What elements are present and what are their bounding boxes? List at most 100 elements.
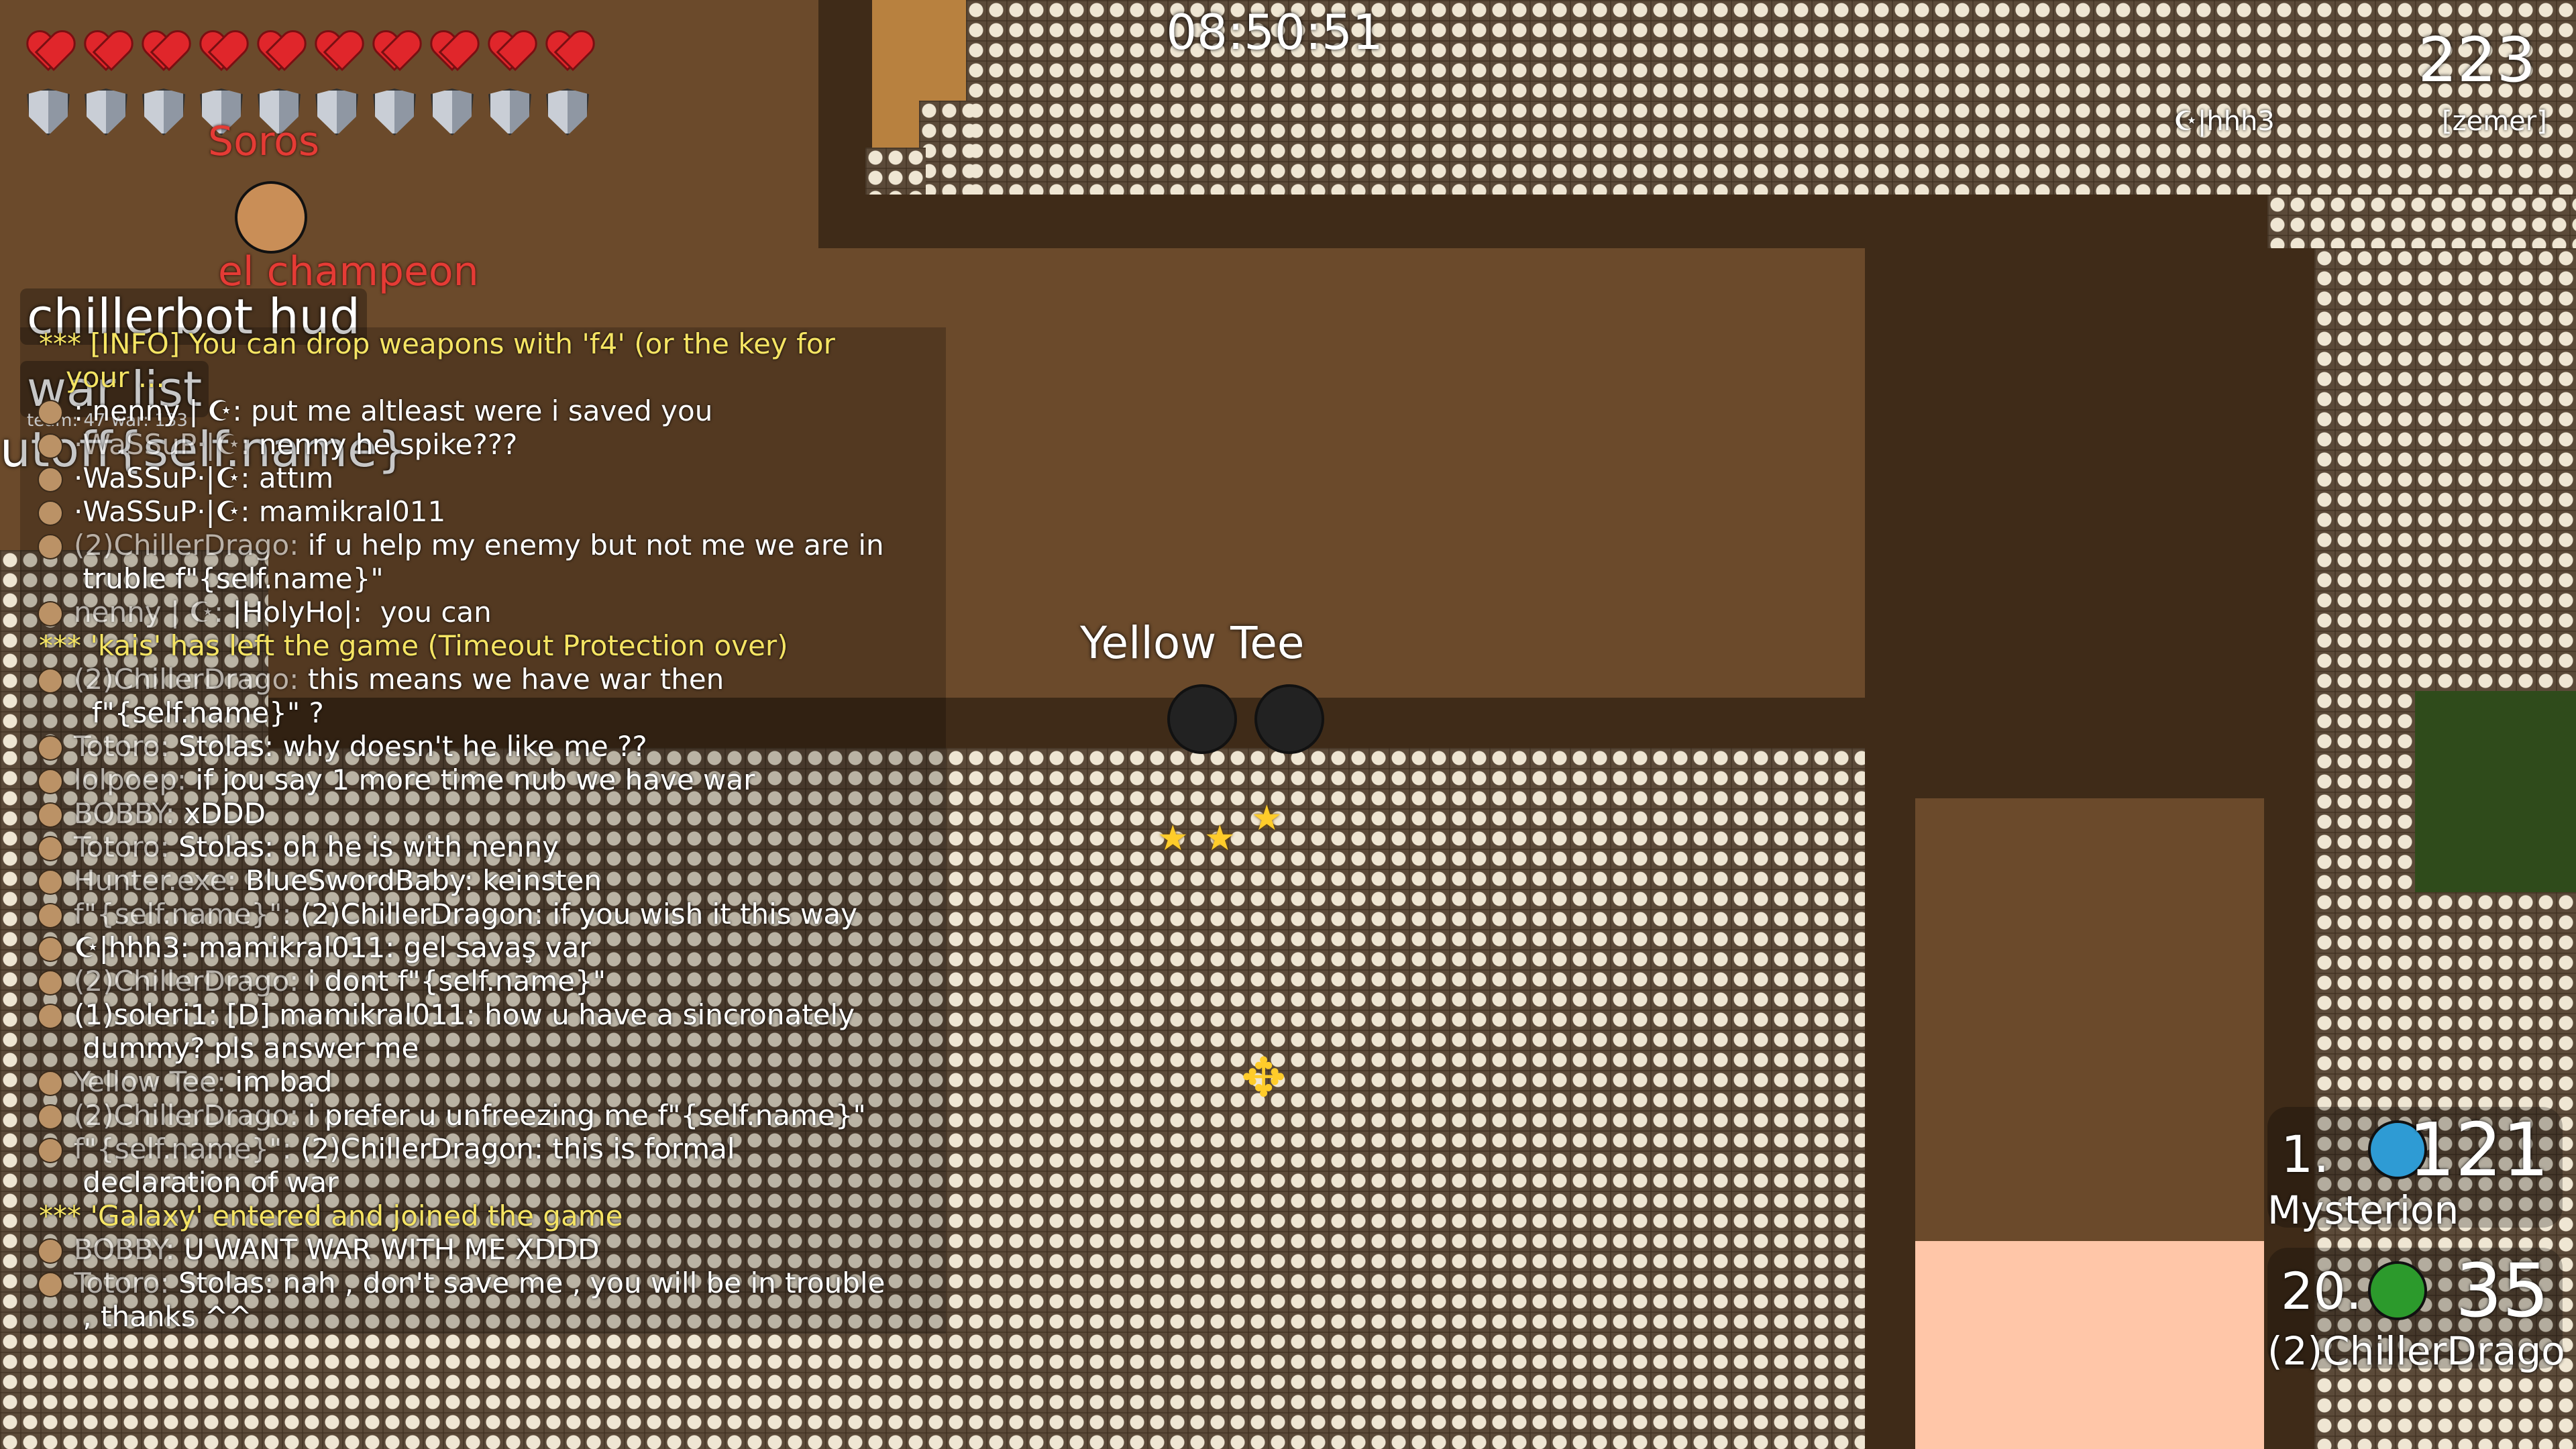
chat-avatar-icon [38,668,63,694]
chat-message: Stolas: oh he is with nenny [178,830,559,863]
chat-line: (1)soleri1: [D] mamikral011: how u have … [20,998,946,1065]
chat-author: f"{self.name}": [74,898,292,930]
chat-message: |HolyHo|: you can [232,596,492,629]
health-bar [27,28,589,71]
chat-line: : nenny | ☪: put me altleast were i save… [20,394,946,428]
chat-message: ·WaSSuP·|☪: attım [74,462,334,494]
chat-message: Stolas: why doesn't he like me ?? [178,730,647,763]
game-timer: 08:50:51 [1166,4,1383,60]
crosshair-cursor-icon[interactable]: ✥ [1241,1046,1286,1109]
chat-message: Stolas: nah , don't save me , you will b… [83,1267,885,1333]
chat-system-text: *** [INFO] You can drop weapons with 'f4… [39,327,835,360]
chat-author: BOBBY: [74,797,175,830]
chat-avatar-icon [38,802,63,828]
chat-avatar-icon [38,433,63,459]
score-points: 35 [2455,1248,2549,1334]
score-points: 121 [2408,1107,2549,1193]
score-entry-1: 1. 121 Mysterion [2267,1107,2563,1233]
heart-icon [546,28,589,71]
chat-avatar-icon [38,836,63,861]
chat-avatar-icon [38,936,63,962]
peach-zone [1915,1241,2264,1449]
grass-area [2415,691,2576,892]
chat-author: Totoro: [74,730,170,763]
armor-icon [488,89,531,136]
chat-line: nenny | ☪: |HolyHo|: you can [20,596,946,629]
chat-message: (2)ChillerDragon: if you wish it this wa… [300,898,857,930]
chat-message: i dont f"{self.name}" [307,965,606,998]
frozen-tee-left [1167,684,1237,754]
chat-author: BOBBY: [74,1233,175,1266]
chat-avatar-icon [38,1004,63,1029]
chat-line: *** [INFO] You can drop weapons with 'f4… [20,327,946,394]
armor-icon [27,89,70,136]
star-icon: ★ [1157,818,1189,859]
chat-line: ·WaSSuP·|☪: nenny he spike??? [20,428,946,462]
chat-message: ☪|hhh3: mamikral011: gel savaş var [74,931,591,964]
chat-avatar-icon [38,400,63,425]
chat-message: im bad [235,1065,333,1098]
chat-author: Totoro: [74,1267,170,1299]
armor-icon [431,89,474,136]
chat-line: ☪|hhh3: mamikral011: gel savaş var [20,931,946,965]
chat-line: Yellow Tee: im bad [20,1065,946,1099]
bear-tee [235,181,307,254]
chat-avatar-icon [38,601,63,627]
chat-author: ·WaSSuP·|☪: [74,428,250,461]
chat-avatar-icon [38,467,63,492]
shaft-dirt [1915,798,2264,1241]
armor-icon [546,89,589,136]
chat-system-text: *** 'Galaxy' entered and joined the game [39,1199,623,1232]
chat-author: (2)ChillerDrago: [74,663,299,696]
chat-author: Yellow Tee: [74,1065,227,1098]
heart-icon [488,28,531,71]
chat-line: f"{self.name}": (2)ChillerDragon: this i… [20,1132,946,1199]
chat-system-cont: your ... [66,361,165,394]
tile-step [919,101,973,195]
chat-line: ·WaSSuP·|☪: attım [20,462,946,495]
star-icon: ★ [1204,818,1236,859]
tile-block-right-top [2267,195,2576,248]
armor-icon [315,89,358,136]
center-player-name: Yellow Tee [1080,617,1305,669]
chat-log: *** [INFO] You can drop weapons with 'f4… [20,327,946,1334]
top-player-2: [zemer] [2442,106,2547,137]
chat-avatar-icon [38,534,63,559]
chat-line: (2)ChillerDrago: i dont f"{self.name}" [20,965,946,998]
score-player-name: (2)ChillerDrago [2267,1328,2565,1374]
chat-avatar-icon [38,735,63,761]
chat-avatar-icon [38,1104,63,1130]
chat-message: if jou say 1 more time nub we have war [195,763,755,796]
chat-avatar-icon [38,769,63,794]
heart-icon [85,28,127,71]
chat-author: Hunter.exe: [74,864,237,897]
armor-icon [142,89,185,136]
score-player-name: Mysterion [2267,1187,2459,1233]
chat-line: lolpoep: if jou say 1 more time nub we h… [20,763,946,797]
heart-icon [200,28,243,71]
chat-line: Totoro: Stolas: oh he is with nenny [20,830,946,864]
chat-avatar-icon [38,869,63,895]
chat-line: *** 'Galaxy' entered and joined the game [20,1199,946,1233]
chat-line: BOBBY: U WANT WAR WITH ME XDDD [20,1233,946,1267]
chat-message: : nenny | ☪: put me altleast were i save… [74,394,713,427]
chat-author: Totoro: [74,830,170,863]
heart-icon [373,28,416,71]
chat-avatar-icon [38,1272,63,1297]
chat-line: BOBBY: xDDD [20,797,946,830]
chat-author: lolpoep: [74,763,187,796]
chat-line: (2)ChillerDrago: this means we have war … [20,663,946,730]
game-view: 08:50:51 223 ☪|hhh3 [zemer] Soros el cha… [0,0,2576,1449]
chat-line: *** 'kais' has left the game (Timeout Pr… [20,629,946,663]
chat-avatar-icon [38,1238,63,1264]
score-rank: 20. [2281,1261,2362,1321]
chat-line: (2)ChillerDrago: if u help my enemy but … [20,529,946,596]
armor-icon [373,89,416,136]
chat-avatar-icon [38,1071,63,1096]
chat-message: BlueSwordBaby: keinsten [245,864,602,897]
chat-line: (2)ChillerDrago: i prefer u unfreezing m… [20,1099,946,1132]
heart-icon [27,28,70,71]
chat-avatar-icon [38,970,63,996]
heart-icon [431,28,474,71]
chat-author: f"{self.name}": [74,1132,292,1165]
